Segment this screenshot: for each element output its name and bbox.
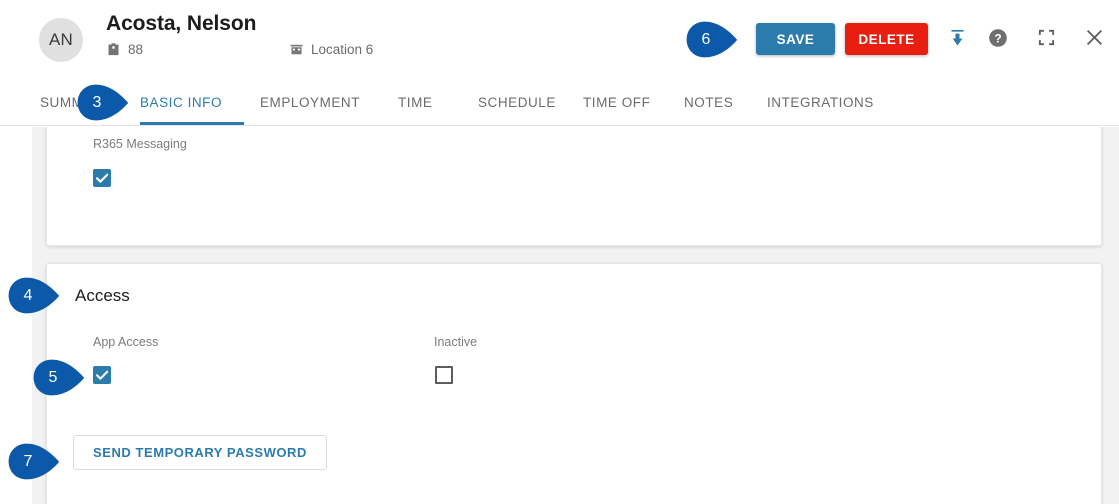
callout-number-7: 7 — [23, 452, 33, 470]
callout-number-4: 4 — [23, 286, 33, 304]
upload-icon — [947, 27, 968, 51]
upload-button[interactable] — [941, 23, 973, 55]
tab-notes[interactable]: NOTES — [684, 79, 733, 125]
access-card: Access App Access Inactive SEND TEMPORAR… — [46, 263, 1102, 504]
callout-marker-7: 7 — [8, 443, 60, 480]
tab-employment[interactable]: EMPLOYMENT — [260, 79, 372, 125]
fullscreen-icon — [1036, 27, 1057, 51]
app-access-label: App Access — [93, 335, 159, 349]
tab-integrations[interactable]: INTEGRATIONS — [767, 79, 885, 125]
r365-messaging-checkbox[interactable] — [93, 169, 111, 187]
callout-number-5: 5 — [48, 368, 58, 386]
delete-button[interactable]: DELETE — [845, 23, 928, 55]
inactive-label: Inactive — [434, 335, 478, 349]
close-button[interactable] — [1078, 23, 1110, 55]
help-circle-icon: ? — [987, 27, 1009, 52]
callout-number-3: 3 — [92, 93, 102, 111]
close-x-icon — [1083, 26, 1106, 52]
svg-text:?: ? — [994, 31, 1001, 45]
send-temporary-password-button[interactable]: SEND TEMPORARY PASSWORD — [73, 435, 327, 470]
inactive-checkbox[interactable] — [435, 366, 453, 384]
tab-content-scroll-area[interactable]: R365 Messaging Access App Access Inactiv… — [32, 127, 1119, 504]
tab-time-off[interactable]: TIME OFF — [583, 79, 651, 125]
r365-messaging-label: R365 Messaging — [93, 137, 187, 151]
tab-schedule[interactable]: SCHEDULE — [478, 79, 555, 125]
fullscreen-button[interactable] — [1030, 23, 1062, 55]
callout-marker-6: 6 — [686, 21, 738, 58]
tab-bar: SUMMARY BASIC INFO EMPLOYMENT TIME SCHED… — [0, 79, 1119, 126]
save-button[interactable]: SAVE — [756, 23, 835, 55]
tab-basic-info[interactable]: BASIC INFO — [140, 79, 244, 125]
callout-marker-4: 4 — [8, 277, 60, 314]
employee-detail-panel: AN Acosta, Nelson 88 Location 6 SAVE DEL… — [0, 0, 1119, 504]
tab-time[interactable]: TIME — [398, 79, 436, 125]
header-actions: SAVE DELETE ? — [0, 0, 1119, 79]
callout-marker-5: 5 — [33, 359, 85, 396]
help-button[interactable]: ? — [982, 23, 1014, 55]
messaging-card: R365 Messaging — [46, 127, 1102, 246]
callout-number-6: 6 — [701, 30, 711, 48]
panel-header: AN Acosta, Nelson 88 Location 6 SAVE DEL… — [0, 0, 1119, 79]
app-access-checkbox[interactable] — [93, 366, 111, 384]
access-section-title: Access — [75, 286, 130, 305]
callout-marker-3: 3 — [77, 84, 129, 121]
